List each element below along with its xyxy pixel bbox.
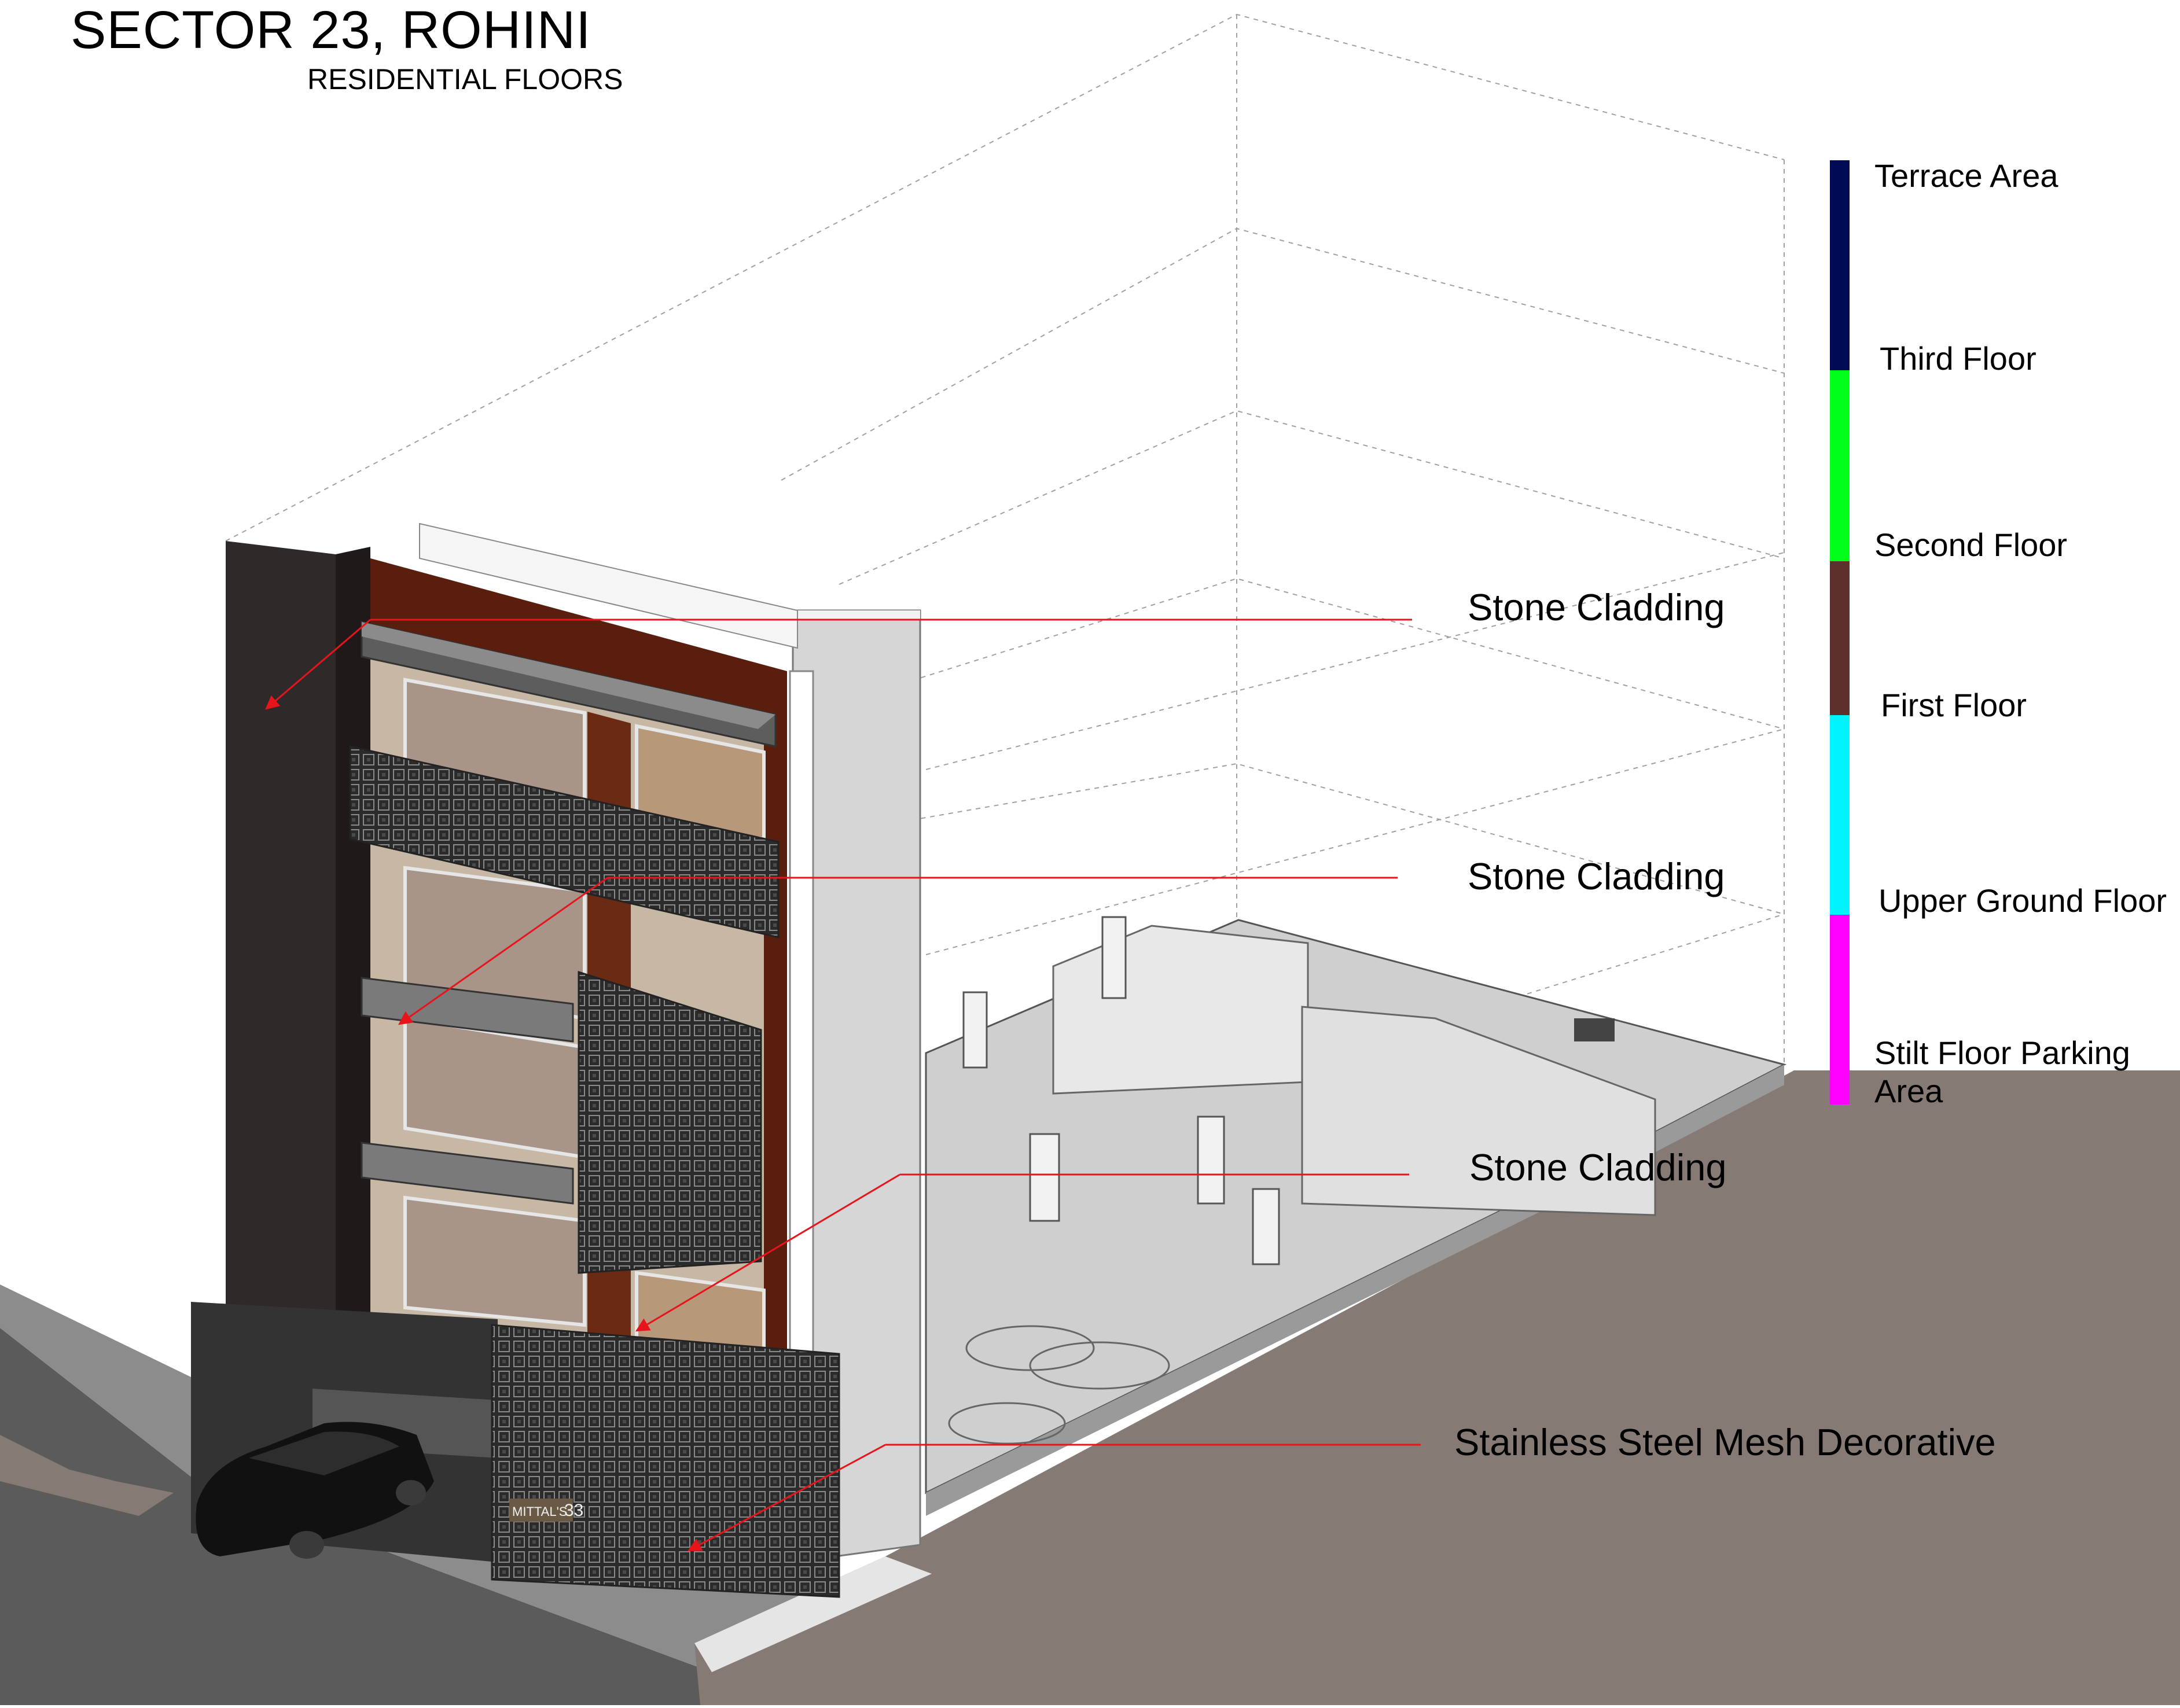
callout-stone-cladding-2: Stone Cladding (1468, 855, 1725, 897)
legend-label-terrace: Terrace Area (1874, 157, 2058, 194)
third-floor-wireframe (781, 227, 1785, 481)
plan-column (1029, 1133, 1060, 1222)
legend-swatch-first-floor (1830, 715, 1850, 915)
legend-label-stilt-parking: Stilt Floor Parking Area (1874, 1035, 2130, 1109)
second-floor-wireframe (839, 410, 1785, 585)
dark-stone-cladding (226, 541, 336, 1331)
plan-column (962, 991, 988, 1069)
plan-column (1101, 916, 1127, 999)
callout-stone-cladding-3: Stone Cladding (1469, 1146, 1727, 1188)
callout-stainless-steel-mesh: Stainless Steel Mesh Decorative (1454, 1421, 1996, 1463)
legend-label-first-floor: First Floor (1881, 687, 2027, 723)
plan-walls (1052, 925, 1309, 1095)
page-subtitle: RESIDENTIAL FLOORS (307, 63, 623, 95)
house-number: 33 (564, 1501, 583, 1520)
car-wheel (396, 1480, 426, 1505)
drawing-stage: MITTAL'S 33 SECTOR 23, ROHINI RESIDENTIA… (0, 0, 2180, 1705)
side-wall-top (793, 610, 920, 619)
wireframe-diagonal (925, 728, 1785, 955)
name-plate-text: MITTAL'S (512, 1504, 567, 1519)
legend-label-third-floor: Third Floor (1880, 340, 2036, 377)
legend-swatch-terrace (1830, 160, 1850, 370)
callout-stone-cladding-1: Stone Cladding (1468, 586, 1725, 628)
plan-column (1252, 1188, 1280, 1265)
mesh-screen-ground (491, 1324, 840, 1598)
brown-cladding-edge (764, 683, 787, 1400)
car-wheel (289, 1531, 324, 1559)
legend-swatch-third-floor (1830, 370, 1850, 561)
legend-label-second-floor: Second Floor (1874, 527, 2068, 563)
glazing (403, 1195, 586, 1327)
dark-cladding-edge (336, 547, 370, 1331)
legend-label-upper-ground: Upper Ground Floor (1878, 882, 2167, 919)
page-title: SECTOR 23, ROHINI (71, 1, 591, 60)
plan-column (1197, 1116, 1225, 1205)
legend-swatch-upper-ground (1830, 915, 1850, 1105)
legend-swatch-second-floor (1830, 561, 1850, 715)
kitchen-hob (1574, 1018, 1615, 1041)
